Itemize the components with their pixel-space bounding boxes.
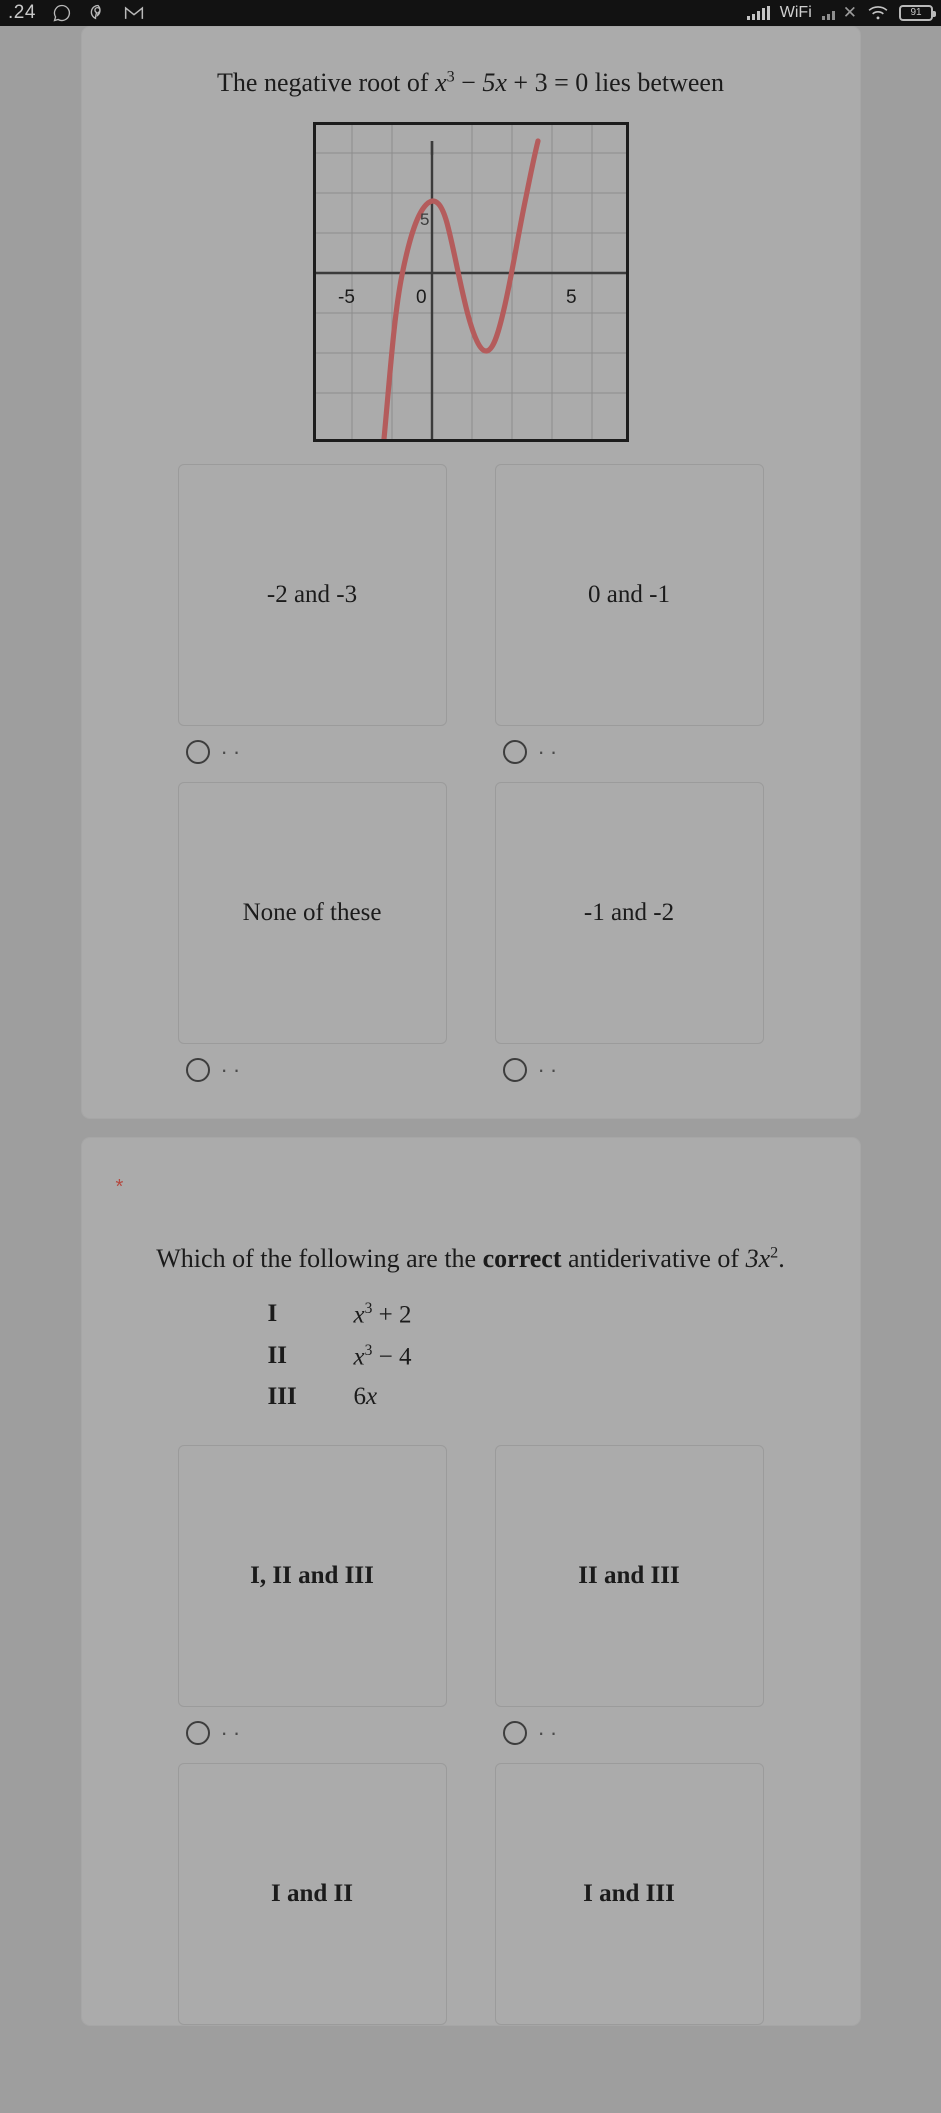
option-label: 0 and -1 bbox=[588, 581, 670, 609]
wifi-label: WiFi bbox=[779, 4, 812, 21]
radio-dots: ·· bbox=[220, 1057, 246, 1083]
status-bar-right: WiFi ✕ 91 bbox=[746, 3, 936, 23]
pinterest-icon bbox=[88, 3, 108, 23]
option-label: I and III bbox=[583, 1879, 675, 1907]
roman-numeral-list: I x3 + 2 II x3 − 4 III 6x bbox=[82, 1276, 860, 1423]
battery-icon: 91 bbox=[899, 5, 936, 21]
option-box[interactable]: II and III bbox=[494, 1444, 764, 1707]
roman-key: III bbox=[267, 1382, 297, 1410]
roman-row: III 6x bbox=[82, 1377, 860, 1417]
question-2-prompt: Which of the following are the correct a… bbox=[82, 1241, 860, 1276]
option-box[interactable]: I and III bbox=[494, 1762, 764, 2025]
option-label: None of these bbox=[242, 899, 382, 927]
form-page: The negative root of x3 − 5x + 3 = 0 lie… bbox=[0, 26, 941, 2113]
option-radio-row[interactable]: ·· bbox=[178, 726, 447, 774]
question-2-expression: 3x2 bbox=[745, 1244, 779, 1274]
option-radio-row[interactable]: ·· bbox=[495, 1707, 764, 1755]
gmail-icon bbox=[124, 5, 144, 21]
radio-dots: ·· bbox=[537, 1719, 563, 1745]
page-scrollbar[interactable] bbox=[933, 26, 941, 2113]
required-asterisk: * bbox=[115, 1176, 124, 1199]
option-radio-row[interactable]: ·· bbox=[495, 1044, 764, 1092]
question-1-prompt: The negative root of x3 − 5x + 3 = 0 lie… bbox=[82, 65, 860, 100]
question-1-figure-wrap: -5 0 5 5 bbox=[82, 122, 860, 443]
question-card-2: * Which of the following are the correct… bbox=[80, 1137, 861, 2026]
question-2-prompt-suffix: . bbox=[778, 1244, 785, 1274]
option-box[interactable]: I, II and III bbox=[177, 1444, 447, 1707]
option-cell: I and II bbox=[177, 1762, 447, 2025]
radio-button-icon[interactable] bbox=[502, 740, 527, 765]
question-1-options: -2 and -3 ·· 0 and -1 ·· None of these ·… bbox=[82, 442, 860, 1092]
wifi-icon bbox=[867, 5, 889, 21]
signal-off-x-icon: ✕ bbox=[842, 3, 857, 22]
roman-row: II x3 − 4 bbox=[82, 1336, 860, 1377]
option-label: I, II and III bbox=[250, 1561, 374, 1589]
radio-dots: ·· bbox=[537, 739, 563, 765]
x-tick-minus5: -5 bbox=[338, 287, 355, 308]
radio-button-icon[interactable] bbox=[185, 740, 210, 765]
x-tick-zero: 0 bbox=[416, 287, 427, 308]
graph-gridlines bbox=[315, 125, 626, 440]
question-2-prompt-prefix: Which of the following are the bbox=[156, 1244, 483, 1274]
option-box[interactable]: 0 and -1 bbox=[494, 464, 764, 727]
roman-key: I bbox=[267, 1300, 278, 1328]
roman-row: I x3 + 2 bbox=[82, 1294, 860, 1335]
option-cell: I and III bbox=[494, 1762, 764, 2025]
cubic-graph-figure: -5 0 5 5 bbox=[312, 122, 629, 443]
battery-level: 91 bbox=[910, 7, 922, 18]
roman-key: II bbox=[267, 1341, 287, 1369]
option-label: -1 and -2 bbox=[583, 899, 675, 927]
clock-time: .24 bbox=[8, 2, 36, 23]
question-1-equation: x3 − 5x + 3 = 0 bbox=[435, 68, 589, 97]
question-card-1: The negative root of x3 − 5x + 3 = 0 lie… bbox=[80, 26, 861, 1120]
option-cell: -2 and -3 ·· bbox=[177, 464, 447, 774]
roman-value: 6x bbox=[353, 1382, 378, 1410]
option-radio-row[interactable]: ·· bbox=[495, 726, 764, 774]
roman-value: x3 − 4 bbox=[353, 1341, 412, 1370]
radio-dots: ·· bbox=[220, 739, 246, 765]
option-cell: II and III ·· bbox=[494, 1444, 764, 1755]
whatsapp-icon bbox=[52, 3, 72, 23]
radio-dots: ·· bbox=[537, 1057, 563, 1083]
question-1-prompt-prefix: The negative root of bbox=[217, 68, 436, 97]
option-label: -2 and -3 bbox=[266, 581, 358, 609]
signal-x-icon bbox=[821, 6, 835, 20]
signal-bars-icon bbox=[746, 6, 770, 20]
radio-button-icon[interactable] bbox=[185, 1058, 210, 1083]
cubic-curve bbox=[380, 138, 541, 440]
option-label: I and II bbox=[271, 1879, 353, 1907]
option-box[interactable]: None of these bbox=[177, 782, 447, 1045]
x-tick-5: 5 bbox=[566, 287, 577, 308]
question-2-prompt-mid: antiderivative of bbox=[561, 1244, 746, 1274]
option-cell: I, II and III ·· bbox=[177, 1444, 447, 1755]
y-tick-5: 5 bbox=[420, 210, 429, 229]
option-cell: None of these ·· bbox=[177, 782, 447, 1092]
radio-button-icon[interactable] bbox=[185, 1720, 210, 1745]
option-radio-row[interactable]: ·· bbox=[178, 1044, 447, 1092]
question-2-options: I, II and III ·· II and III ·· I and II … bbox=[82, 1423, 860, 2025]
option-label: II and III bbox=[578, 1561, 680, 1589]
option-box[interactable]: I and II bbox=[177, 1762, 447, 2025]
radio-button-icon[interactable] bbox=[502, 1058, 527, 1083]
status-bar-left: .24 bbox=[8, 2, 144, 24]
radio-dots: ·· bbox=[220, 1719, 246, 1745]
option-box[interactable]: -1 and -2 bbox=[494, 782, 764, 1045]
option-cell: -1 and -2 ·· bbox=[494, 782, 764, 1092]
question-2-prompt-bold: correct bbox=[482, 1244, 562, 1274]
status-bar: .24 WiFi ✕ 91 bbox=[0, 0, 941, 26]
option-radio-row[interactable]: ·· bbox=[178, 1707, 447, 1755]
roman-value: x3 + 2 bbox=[353, 1300, 412, 1329]
option-box[interactable]: -2 and -3 bbox=[177, 464, 447, 727]
radio-button-icon[interactable] bbox=[502, 1720, 527, 1745]
question-1-prompt-suffix: lies between bbox=[588, 68, 724, 97]
cubic-graph-svg: -5 0 5 5 bbox=[315, 125, 626, 440]
option-cell: 0 and -1 ·· bbox=[494, 464, 764, 774]
